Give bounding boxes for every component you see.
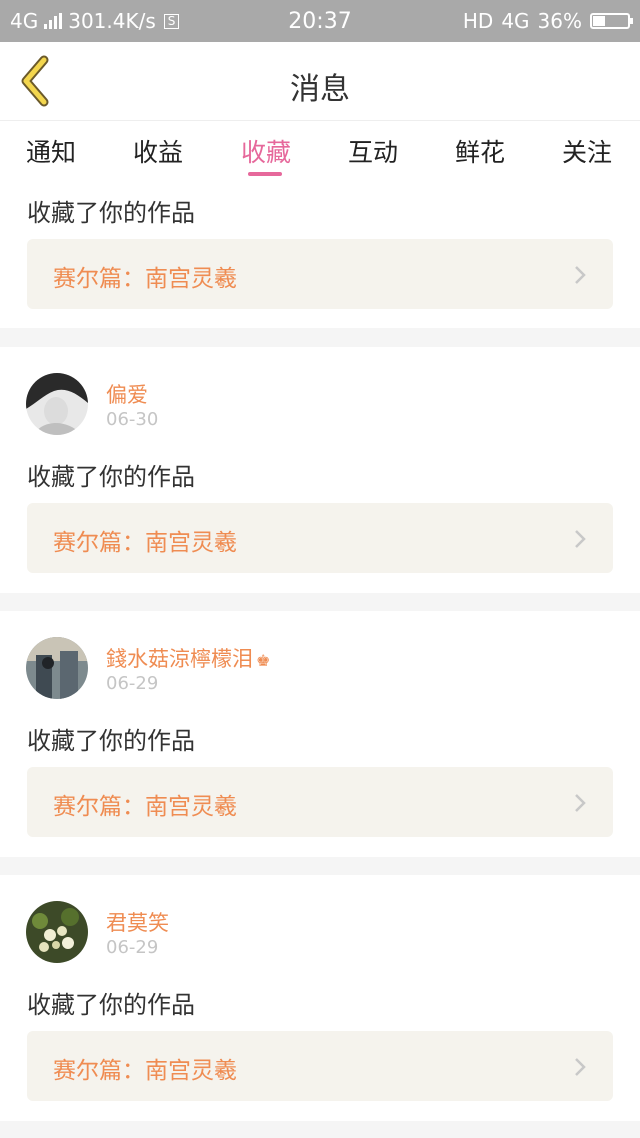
username-text: 錢水菇涼檸檬泪 <box>106 647 253 671</box>
message-date: 06-29 <box>106 673 159 694</box>
avatar[interactable] <box>26 373 88 435</box>
tab-notifications[interactable]: 通知 <box>26 133 76 169</box>
tab-flowers[interactable]: 鲜花 <box>455 133 505 169</box>
hd-label: HD <box>462 9 494 33</box>
header: 消息 <box>0 42 640 121</box>
chevron-right-icon <box>575 1058 586 1076</box>
message-card: 錢水菇涼檸檬泪 ♚ 06-29 收藏了你的作品 赛尔篇：南宫灵羲 <box>0 611 640 857</box>
message-date: 06-29 <box>106 937 159 958</box>
network-right-label: 4G <box>501 9 530 33</box>
message-text: 收藏了你的作品 <box>27 991 195 1019</box>
chevron-right-icon <box>575 530 586 548</box>
username[interactable]: 偏爱 <box>106 379 148 409</box>
message-text: 收藏了你的作品 <box>27 463 195 491</box>
message-card: 收藏了你的作品 赛尔篇：南宫灵羲 <box>0 183 640 328</box>
message-text: 收藏了你的作品 <box>27 199 195 227</box>
message-card: 偏爱 06-30 收藏了你的作品 赛尔篇：南宫灵羲 <box>0 347 640 593</box>
page-title: 消息 <box>290 72 350 107</box>
tab-follows[interactable]: 关注 <box>562 133 612 169</box>
status-right: HD 4G 36% <box>462 9 633 33</box>
tab-earnings[interactable]: 收益 <box>133 133 183 169</box>
message-date: 06-30 <box>106 409 159 430</box>
username[interactable]: 君莫笑 <box>106 907 169 937</box>
work-title: 赛尔篇：南宫灵羲 <box>53 530 237 556</box>
tab-favorites[interactable]: 收藏 <box>241 133 291 169</box>
active-tab-indicator <box>248 172 282 176</box>
status-bar: 4G 301.4K/s S 20:37 HD 4G 36% <box>0 0 640 42</box>
work-link[interactable]: 赛尔篇：南宫灵羲 <box>27 767 613 837</box>
avatar[interactable] <box>26 637 88 699</box>
message-card: 君莫笑 06-29 收藏了你的作品 赛尔篇：南宫灵羲 <box>0 875 640 1121</box>
chevron-right-icon <box>575 794 586 812</box>
crown-icon: ♚ <box>256 651 271 670</box>
tab-interactions[interactable]: 互动 <box>348 133 398 169</box>
work-link[interactable]: 赛尔篇：南宫灵羲 <box>27 503 613 573</box>
message-text: 收藏了你的作品 <box>27 727 195 755</box>
username[interactable]: 錢水菇涼檸檬泪 ♚ <box>106 643 270 673</box>
tab-bar: 通知 收益 收藏 互动 鲜花 关注 <box>0 121 640 183</box>
work-title: 赛尔篇：南宫灵羲 <box>53 1058 237 1084</box>
work-link[interactable]: 赛尔篇：南宫灵羲 <box>27 1031 613 1101</box>
battery-icon <box>590 13 633 29</box>
chevron-right-icon <box>575 266 586 284</box>
avatar[interactable] <box>26 901 88 963</box>
work-title: 赛尔篇：南宫灵羲 <box>53 266 237 292</box>
work-link[interactable]: 赛尔篇：南宫灵羲 <box>27 239 613 309</box>
battery-percent: 36% <box>537 9 582 33</box>
work-title: 赛尔篇：南宫灵羲 <box>53 794 237 820</box>
